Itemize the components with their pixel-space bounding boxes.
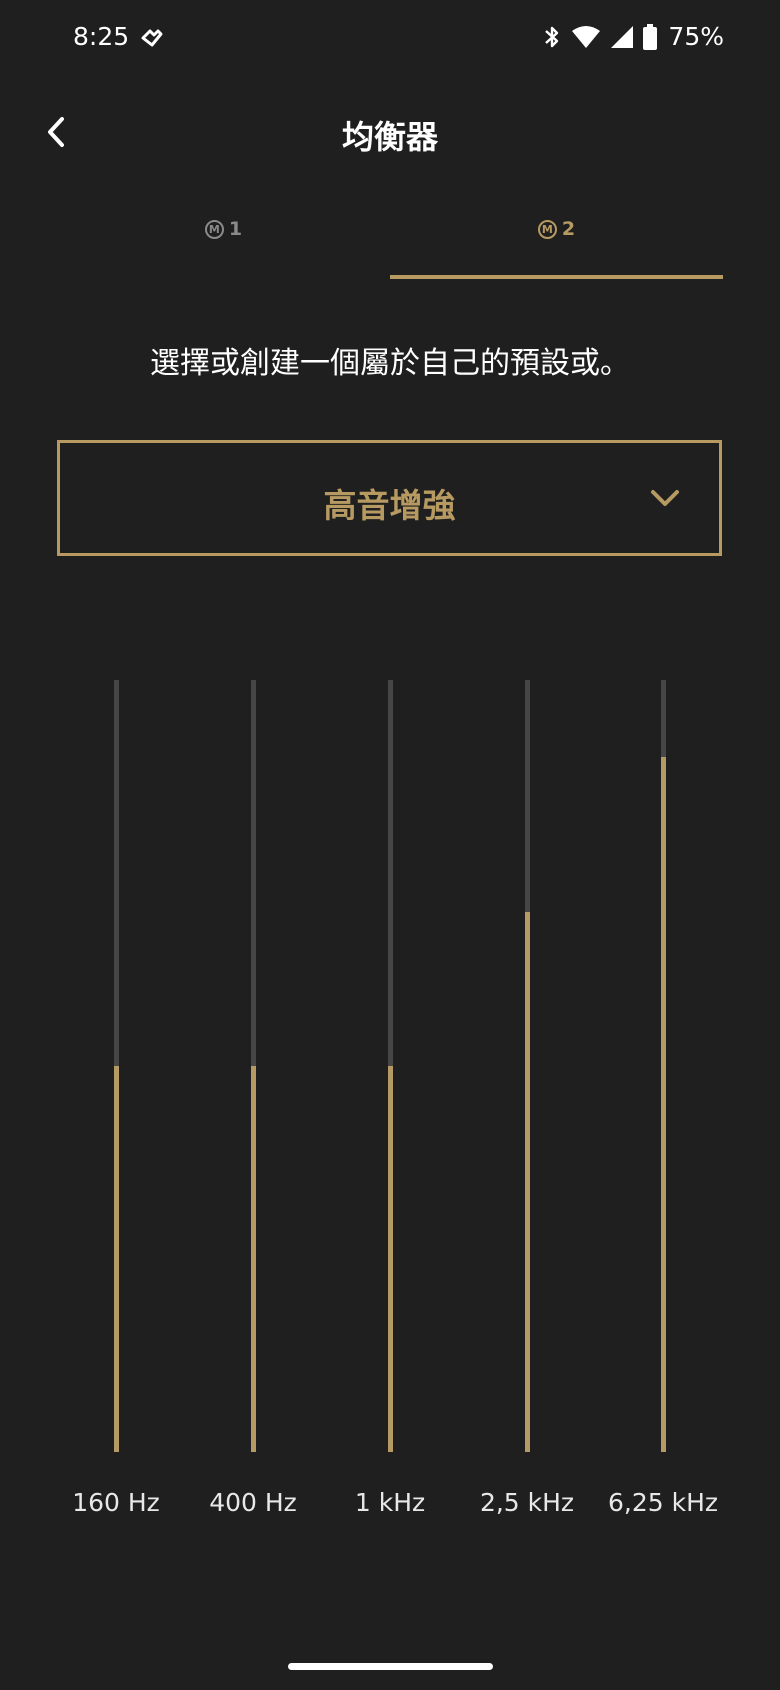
eq-band-track <box>251 680 256 1452</box>
equalizer <box>0 680 780 1470</box>
eq-band-slider[interactable] <box>335 680 445 1460</box>
wifi-icon <box>571 25 601 49</box>
battery-icon <box>643 23 658 50</box>
eq-band-level <box>251 1066 256 1452</box>
app-notification-icon <box>140 27 164 49</box>
app-bar: 均衡器 <box>0 92 780 172</box>
tab-label: 2 <box>561 218 576 240</box>
mode-tabs: M 1 M 2 <box>57 200 723 280</box>
bluetooth-icon <box>542 24 562 50</box>
eq-band-track <box>114 680 119 1452</box>
active-tab-indicator <box>390 275 723 279</box>
tab-label: 1 <box>228 218 243 240</box>
eq-band-label: 6,25 kHz <box>607 1488 718 1517</box>
m-badge-icon: M <box>204 219 224 239</box>
instruction-text: 選擇或創建一個屬於自己的預設或。 <box>150 346 630 381</box>
eq-band-label: 1 kHz <box>354 1488 426 1517</box>
m-badge-icon: M <box>537 219 557 239</box>
eq-band-slider[interactable] <box>608 680 718 1460</box>
eq-band-track <box>525 680 530 1452</box>
signal-icon <box>610 25 634 49</box>
eq-band-track <box>388 680 393 1452</box>
eq-band-label: 160 Hz <box>72 1488 160 1517</box>
preset-selected-value: 高音增強 <box>323 486 456 525</box>
eq-band-level <box>661 757 666 1452</box>
page-title: 均衡器 <box>341 118 438 156</box>
tab-m2[interactable]: M 2 <box>390 200 723 280</box>
eq-band-slider[interactable] <box>198 680 308 1460</box>
eq-band-slider[interactable] <box>472 680 582 1460</box>
eq-band-level <box>525 912 530 1452</box>
status-time: 8:25 <box>73 22 130 51</box>
eq-band-slider[interactable] <box>61 680 171 1460</box>
battery-percentage: 75% <box>668 22 724 51</box>
chevron-down-icon <box>651 490 679 506</box>
home-indicator <box>288 1663 493 1670</box>
status-bar: 8:25 75% <box>0 0 780 80</box>
tab-m1[interactable]: M 1 <box>57 200 390 280</box>
eq-band-level <box>388 1066 393 1452</box>
eq-band-level <box>114 1066 119 1452</box>
eq-band-track <box>661 680 666 1452</box>
eq-band-label: 2,5 kHz <box>479 1488 575 1517</box>
preset-dropdown[interactable]: 高音增強 <box>57 440 722 556</box>
eq-band-label: 400 Hz <box>209 1488 297 1517</box>
